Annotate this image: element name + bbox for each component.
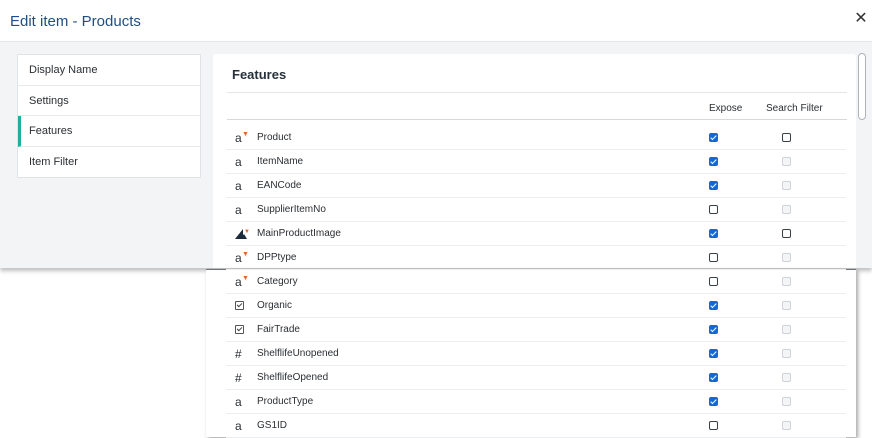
table-row: ▼ MainProductImage	[226, 222, 846, 246]
table-row: Organic	[226, 294, 846, 318]
scrollbar[interactable]	[858, 53, 866, 120]
divider	[227, 92, 847, 93]
feature-name: Category	[257, 276, 298, 287]
table-row: a SupplierItemNo	[226, 198, 846, 222]
feature-name: Organic	[257, 300, 293, 311]
search-filter-checkbox	[782, 205, 791, 214]
nav-item-display-name[interactable]: Display Name	[18, 55, 200, 86]
checkbox-icon	[235, 324, 249, 336]
feature-name: ProductType	[257, 396, 314, 407]
search-filter-checkbox	[782, 325, 791, 334]
search-filter-checkbox	[782, 157, 791, 166]
dialog-header: Edit item - Products ✕	[0, 0, 872, 42]
table-row: a ▼ Category	[226, 270, 846, 294]
expose-checkbox[interactable]	[709, 349, 718, 358]
checkbox-icon	[235, 300, 249, 312]
expose-checkbox[interactable]	[709, 229, 718, 238]
feature-name: EANCode	[257, 180, 302, 191]
expose-checkbox[interactable]	[709, 301, 718, 310]
expose-checkbox[interactable]	[709, 325, 718, 334]
text-icon: a	[235, 155, 242, 169]
feature-name: MainProductImage	[257, 228, 341, 239]
column-header-expose: Expose	[709, 103, 743, 114]
expose-checkbox[interactable]	[709, 205, 718, 214]
text-icon: a	[235, 203, 242, 217]
number-icon: #	[235, 371, 242, 385]
table-row: a ProductType	[226, 390, 846, 414]
expose-checkbox[interactable]	[709, 421, 718, 430]
number-icon: #	[235, 347, 242, 361]
table-row: # ShelflifeOpened	[226, 366, 846, 390]
expose-checkbox[interactable]	[709, 181, 718, 190]
search-filter-checkbox	[782, 397, 791, 406]
panel-title: Features	[232, 67, 287, 82]
expose-checkbox[interactable]	[709, 133, 718, 142]
feature-name: ShelflifeOpened	[257, 372, 329, 383]
text-icon: a	[235, 179, 242, 193]
table-row: a GS1ID	[226, 414, 846, 438]
table-row: a ItemName	[226, 150, 846, 174]
table-row: FairTrade	[226, 318, 846, 342]
nav-item-item-filter[interactable]: Item Filter	[18, 147, 200, 178]
svg-text:▼: ▼	[244, 229, 249, 235]
search-filter-checkbox	[782, 373, 791, 382]
close-button[interactable]: ✕	[853, 10, 869, 28]
column-header-search-filter: Search Filter	[766, 103, 823, 114]
sidebar-nav: Display Name Settings Features Item Filt…	[17, 54, 201, 178]
search-filter-checkbox	[782, 349, 791, 358]
table-row: a ▼ Product	[226, 126, 846, 150]
text-icon: a	[235, 419, 242, 433]
search-filter-checkbox	[782, 253, 791, 262]
features-list: a ▼ Product a ItemName a EANCode a SupplierItemN…	[226, 126, 846, 438]
expose-checkbox[interactable]	[709, 253, 718, 262]
table-row: a EANCode	[226, 174, 846, 198]
text-list-icon: a ▼	[235, 131, 249, 145]
search-filter-checkbox[interactable]	[782, 229, 791, 238]
close-icon: ✕	[854, 10, 868, 27]
expose-checkbox[interactable]	[709, 397, 718, 406]
table-row: a ▼ DPPtype	[226, 246, 846, 270]
feature-name: ItemName	[257, 156, 304, 167]
text-list-icon: a ▼	[235, 275, 249, 289]
nav-item-settings[interactable]: Settings	[18, 86, 200, 116]
search-filter-checkbox	[782, 277, 791, 286]
expose-checkbox[interactable]	[709, 157, 718, 166]
expose-checkbox[interactable]	[709, 277, 718, 286]
text-list-icon: a ▼	[235, 251, 249, 265]
search-filter-checkbox[interactable]	[782, 133, 791, 142]
search-filter-checkbox	[782, 301, 791, 310]
feature-name: GS1ID	[257, 420, 288, 431]
image-icon: ▼	[235, 228, 250, 240]
nav-item-features[interactable]: Features	[18, 116, 200, 147]
feature-name: DPPtype	[257, 252, 297, 263]
feature-name: FairTrade	[257, 324, 300, 335]
text-icon: a	[235, 395, 242, 409]
search-filter-checkbox	[782, 421, 791, 430]
dialog-title: Edit item - Products	[10, 13, 141, 30]
feature-name: ShelflifeUnopened	[257, 348, 339, 359]
feature-name: SupplierItemNo	[257, 204, 326, 215]
feature-name: Product	[257, 132, 292, 143]
expose-checkbox[interactable]	[709, 373, 718, 382]
divider	[227, 119, 847, 120]
search-filter-checkbox	[782, 181, 791, 190]
table-row: # ShelflifeUnopened	[226, 342, 846, 366]
